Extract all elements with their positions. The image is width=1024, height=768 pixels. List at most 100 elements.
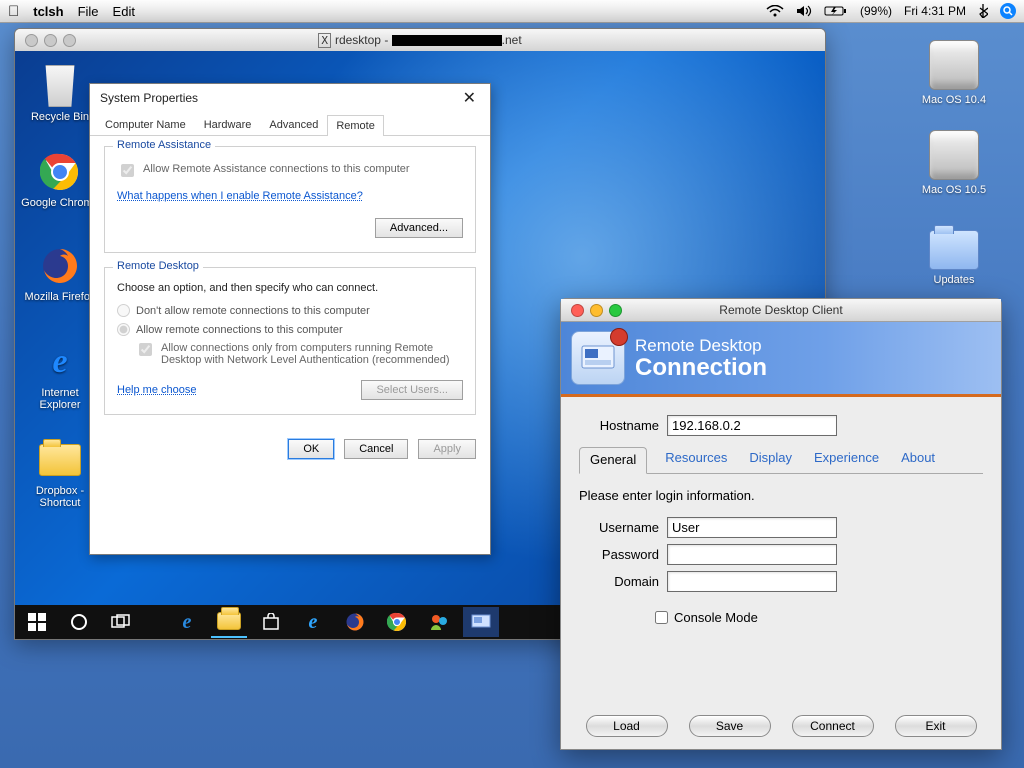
rdc-connect-button[interactable]: Connect bbox=[792, 715, 874, 737]
rdc-load-button[interactable]: Load bbox=[586, 715, 668, 737]
window-minimize-icon[interactable] bbox=[44, 34, 57, 47]
rdc-tab-general[interactable]: General bbox=[579, 447, 647, 474]
rdc-banner-line1: Remote Desktop bbox=[635, 336, 767, 356]
cancel-button[interactable]: Cancel bbox=[344, 439, 408, 459]
remote-assistance-legend: Remote Assistance bbox=[113, 139, 215, 151]
rdc-window-title: Remote Desktop Client bbox=[561, 303, 1001, 317]
rdc-exit-button[interactable]: Exit bbox=[895, 715, 977, 737]
taskbar-file-explorer[interactable] bbox=[211, 606, 247, 638]
win-icon-dropbox[interactable]: Dropbox - Shortcut bbox=[21, 439, 99, 509]
close-button[interactable]: ✕ bbox=[455, 86, 484, 110]
recycle-bin-icon bbox=[41, 65, 79, 107]
internet-explorer-icon: e bbox=[39, 341, 81, 383]
win-icon-firefox[interactable]: Mozilla Firefox bbox=[21, 245, 99, 303]
rdc-banner-icon bbox=[571, 331, 625, 385]
desktop-drive-1[interactable]: Mac OS 10.4 bbox=[914, 40, 994, 106]
rdc-tab-experience[interactable]: Experience bbox=[810, 446, 883, 473]
taskbar-ie[interactable]: e bbox=[295, 607, 331, 637]
menubar-clock[interactable]: Fri 4:31 PM bbox=[904, 4, 966, 18]
drive-icon bbox=[929, 40, 979, 90]
radio-dont-allow[interactable]: Don't allow remote connections to this c… bbox=[117, 304, 463, 317]
redacted-hostname bbox=[392, 35, 502, 46]
rdc-tab-display[interactable]: Display bbox=[745, 446, 796, 473]
mac-menubar:  tclsh File Edit (99%) Fri 4:31 PM bbox=[0, 0, 1024, 23]
taskbar-firefox[interactable] bbox=[337, 607, 373, 637]
username-input[interactable] bbox=[667, 517, 837, 538]
system-properties-title: System Properties bbox=[100, 91, 198, 105]
menubar-item-edit[interactable]: Edit bbox=[113, 4, 135, 19]
remote-desktop-client-window[interactable]: Remote Desktop Client Remote Desktop Con… bbox=[560, 298, 1002, 750]
apple-menu-icon[interactable]:  bbox=[8, 3, 19, 20]
remote-assistance-help-link[interactable]: What happens when I enable Remote Assist… bbox=[117, 190, 363, 202]
volume-icon[interactable] bbox=[796, 5, 812, 17]
desktop-drive-2[interactable]: Mac OS 10.5 bbox=[914, 130, 994, 196]
window-minimize-icon[interactable] bbox=[590, 304, 603, 317]
battery-icon[interactable] bbox=[824, 5, 848, 17]
window-zoom-icon[interactable] bbox=[609, 304, 622, 317]
rdc-tabs: General Resources Display Experience Abo… bbox=[579, 446, 983, 474]
system-properties-tabs: Computer Name Hardware Advanced Remote bbox=[90, 112, 490, 136]
firefox-icon bbox=[39, 245, 81, 287]
window-zoom-icon[interactable] bbox=[63, 34, 76, 47]
tab-computer-name[interactable]: Computer Name bbox=[96, 114, 195, 135]
tab-advanced[interactable]: Advanced bbox=[260, 114, 327, 135]
menubar-app-name[interactable]: tclsh bbox=[33, 4, 63, 19]
spotlight-icon[interactable] bbox=[1000, 3, 1016, 19]
cortana-button[interactable] bbox=[61, 607, 97, 637]
rdc-banner-line2: Connection bbox=[635, 356, 767, 380]
apply-button[interactable]: Apply bbox=[418, 439, 476, 459]
remote-desktop-legend: Remote Desktop bbox=[113, 260, 203, 272]
desktop-folder-label: Updates bbox=[914, 274, 994, 286]
nla-checkbox[interactable]: Allow connections only from computers ru… bbox=[135, 342, 463, 366]
domain-input[interactable] bbox=[667, 571, 837, 592]
taskbar-rdesktop[interactable] bbox=[463, 607, 499, 637]
desktop-drive-2-label: Mac OS 10.5 bbox=[914, 184, 994, 196]
password-input[interactable] bbox=[667, 544, 837, 565]
rdc-save-button[interactable]: Save bbox=[689, 715, 771, 737]
radio-allow[interactable]: Allow remote connections to this compute… bbox=[117, 323, 463, 336]
allow-remote-assistance-checkbox[interactable]: Allow Remote Assistance connections to t… bbox=[117, 163, 463, 180]
rdesktop-titlebar[interactable]: Xrdesktop - .net bbox=[15, 29, 825, 52]
rdesktop-title: Xrdesktop - .net bbox=[15, 33, 825, 47]
tab-hardware[interactable]: Hardware bbox=[195, 114, 261, 135]
taskbar-edge[interactable]: e bbox=[169, 607, 205, 637]
domain-label: Domain bbox=[579, 574, 667, 589]
username-label: Username bbox=[579, 520, 667, 535]
remote-desktop-intro: Choose an option, and then specify who c… bbox=[117, 282, 463, 294]
window-close-icon[interactable] bbox=[25, 34, 38, 47]
folder-shortcut-icon bbox=[39, 444, 81, 476]
ok-button[interactable]: OK bbox=[288, 439, 334, 459]
chrome-icon bbox=[39, 151, 81, 193]
taskbar-store[interactable] bbox=[253, 607, 289, 637]
drive-icon bbox=[929, 130, 979, 180]
rdc-login-prompt: Please enter login information. bbox=[579, 488, 983, 503]
help-me-choose-link[interactable]: Help me choose bbox=[117, 384, 197, 396]
tab-remote[interactable]: Remote bbox=[327, 115, 384, 136]
rdc-tab-resources[interactable]: Resources bbox=[661, 446, 731, 473]
win-icon-chrome[interactable]: Google Chrome bbox=[21, 151, 99, 209]
remote-assistance-advanced-button[interactable]: Advanced... bbox=[375, 218, 463, 238]
win-icon-ie[interactable]: e Internet Explorer bbox=[21, 341, 99, 411]
system-properties-dialog[interactable]: System Properties ✕ Computer Name Hardwa… bbox=[89, 83, 491, 555]
window-close-icon[interactable] bbox=[571, 304, 584, 317]
desktop-folder-updates[interactable]: Updates bbox=[914, 230, 994, 286]
hostname-input[interactable] bbox=[667, 415, 837, 436]
menubar-item-file[interactable]: File bbox=[78, 4, 99, 19]
taskbar-people[interactable] bbox=[421, 607, 457, 637]
taskbar-chrome[interactable] bbox=[379, 607, 415, 637]
folder-icon bbox=[929, 230, 979, 270]
win-icon-recycle-bin[interactable]: Recycle Bin bbox=[21, 65, 99, 123]
console-mode-checkbox[interactable] bbox=[655, 611, 668, 624]
task-view-button[interactable] bbox=[103, 607, 139, 637]
hostname-label: Hostname bbox=[579, 418, 667, 433]
rdc-tab-about[interactable]: About bbox=[897, 446, 939, 473]
bluetooth-icon[interactable] bbox=[978, 4, 988, 18]
rdc-banner: Remote Desktop Connection bbox=[561, 322, 1001, 397]
start-button[interactable] bbox=[19, 607, 55, 637]
wifi-icon[interactable] bbox=[766, 5, 784, 17]
file-explorer-icon bbox=[217, 612, 241, 630]
remote-desktop-group: Remote Desktop Choose an option, and the… bbox=[104, 267, 476, 415]
select-users-button[interactable]: Select Users... bbox=[361, 380, 463, 400]
rdc-titlebar[interactable]: Remote Desktop Client bbox=[561, 299, 1001, 322]
console-mode-label: Console Mode bbox=[674, 610, 758, 625]
